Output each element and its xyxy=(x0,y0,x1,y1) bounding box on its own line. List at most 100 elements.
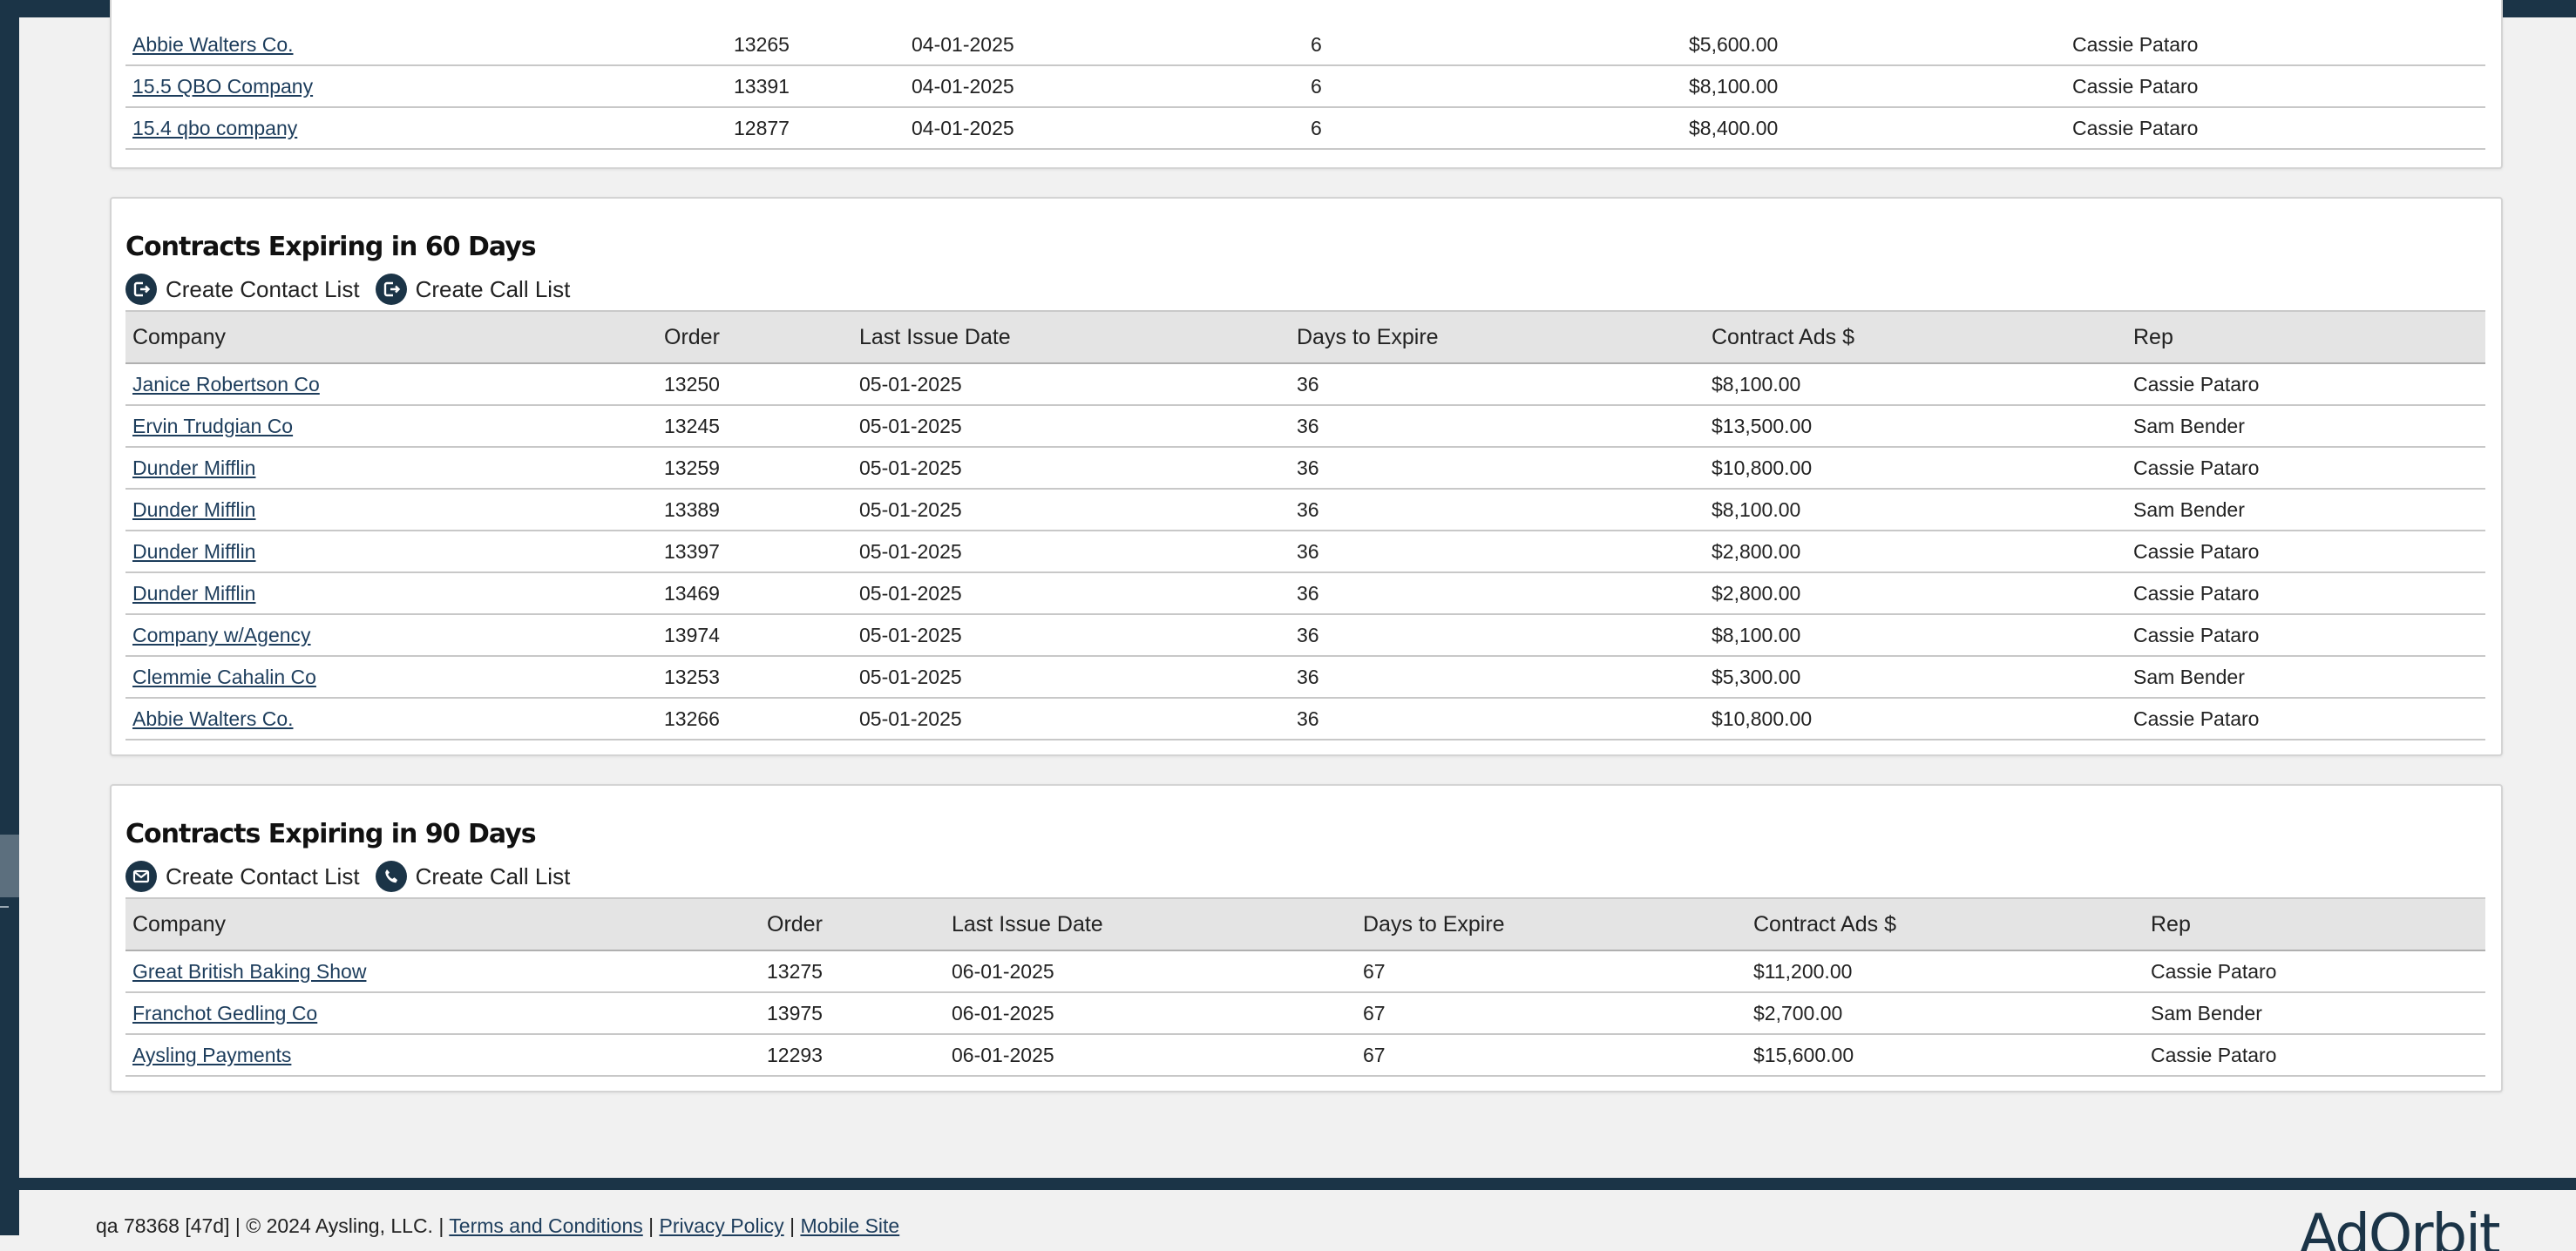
days-cell: 36 xyxy=(1290,656,1705,699)
table-row: Janice Robertson Co 13250 05-01-2025 36 … xyxy=(125,363,2485,406)
version-copyright: qa 78368 [47d] | © 2024 Aysling, LLC. | xyxy=(96,1214,444,1237)
company-link[interactable]: Clemmie Cahalin Co xyxy=(132,666,316,688)
create-contact-list-button[interactable]: Create Contact List xyxy=(125,861,360,892)
order-cell: 12877 xyxy=(727,107,905,150)
table-row: Dunder Mifflin 13389 05-01-2025 36 $8,10… xyxy=(125,489,2485,531)
column-header-company[interactable]: Company xyxy=(125,310,657,364)
column-header-ads[interactable]: Contract Ads $ xyxy=(1705,310,2126,364)
table-row: Dunder Mifflin 13259 05-01-2025 36 $10,8… xyxy=(125,447,2485,490)
page-footer: qa 78368 [47d] | © 2024 Aysling, LLC. | … xyxy=(19,1178,2576,1251)
days-cell: 6 xyxy=(1304,24,1682,66)
company-link[interactable]: Abbie Walters Co. xyxy=(132,707,294,730)
last-issue-cell: 05-01-2025 xyxy=(852,447,1290,490)
create-call-list-button[interactable]: Create Call List xyxy=(375,274,571,305)
order-cell: 13975 xyxy=(760,992,945,1035)
mobile-site-link[interactable]: Mobile Site xyxy=(800,1214,899,1237)
terms-link[interactable]: Terms and Conditions xyxy=(449,1214,642,1237)
rep-cell: Cassie Pataro xyxy=(2144,950,2485,993)
rep-cell: Cassie Pataro xyxy=(2065,24,2485,66)
create-call-list-button[interactable]: Create Call List xyxy=(375,861,570,892)
privacy-link[interactable]: Privacy Policy xyxy=(660,1214,784,1237)
column-header-rep[interactable]: Rep xyxy=(2126,310,2485,364)
column-header-order[interactable]: Order xyxy=(657,310,852,364)
company-cell[interactable]: Dunder Mifflin xyxy=(125,489,657,531)
company-cell[interactable]: 15.4 qbo company xyxy=(125,107,727,150)
phone-icon xyxy=(375,861,407,892)
column-header-order[interactable]: Order xyxy=(760,897,945,951)
company-link[interactable]: Abbie Walters Co. xyxy=(132,33,294,56)
ads-cell: $10,800.00 xyxy=(1705,698,2126,740)
company-cell[interactable]: Great British Baking Show xyxy=(125,950,760,993)
company-cell[interactable]: Abbie Walters Co. xyxy=(125,698,657,740)
last-issue-cell: 05-01-2025 xyxy=(852,656,1290,699)
contracts-60-table: Company Order Last Issue Date Days to Ex… xyxy=(125,310,2485,740)
column-header-company[interactable]: Company xyxy=(125,897,760,951)
column-header-rep[interactable]: Rep xyxy=(2144,897,2485,951)
company-link[interactable]: Janice Robertson Co xyxy=(132,373,320,396)
order-cell: 13266 xyxy=(657,698,852,740)
column-header-last-issue[interactable]: Last Issue Date xyxy=(852,310,1290,364)
order-cell: 13265 xyxy=(727,24,905,66)
table-row: Ervin Trudgian Co 13245 05-01-2025 36 $1… xyxy=(125,405,2485,448)
company-link[interactable]: Great British Baking Show xyxy=(132,960,366,983)
table-row: Abbie Walters Co. 13266 05-01-2025 36 $1… xyxy=(125,698,2485,740)
days-cell: 6 xyxy=(1304,107,1682,150)
rep-cell: Cassie Pataro xyxy=(2126,572,2485,615)
company-link[interactable]: Dunder Mifflin xyxy=(132,540,255,563)
company-cell[interactable]: Abbie Walters Co. xyxy=(125,24,727,66)
days-cell: 36 xyxy=(1290,405,1705,448)
company-link[interactable]: 15.5 QBO Company xyxy=(132,75,313,98)
company-cell[interactable]: Dunder Mifflin xyxy=(125,531,657,573)
company-cell[interactable]: Aysling Payments xyxy=(125,1034,760,1077)
company-cell[interactable]: Dunder Mifflin xyxy=(125,572,657,615)
order-cell: 13250 xyxy=(657,363,852,406)
left-nav-rail xyxy=(0,0,19,1235)
company-link[interactable]: Franchot Gedling Co xyxy=(132,1002,317,1024)
footer-separator: | xyxy=(790,1214,796,1237)
company-link[interactable]: Dunder Mifflin xyxy=(132,456,255,479)
collapse-handle[interactable] xyxy=(0,835,19,897)
order-cell: 13245 xyxy=(657,405,852,448)
company-link[interactable]: Dunder Mifflin xyxy=(132,498,255,521)
last-issue-cell: 05-01-2025 xyxy=(852,531,1290,573)
company-cell[interactable]: 15.5 QBO Company xyxy=(125,65,727,108)
create-call-list-label: Create Call List xyxy=(415,275,571,302)
days-cell: 6 xyxy=(1304,65,1682,108)
ads-cell: $8,100.00 xyxy=(1682,65,2065,108)
company-cell[interactable]: Ervin Trudgian Co xyxy=(125,405,657,448)
export-icon xyxy=(375,274,407,305)
create-contact-list-button[interactable]: Create Contact List xyxy=(125,274,360,305)
company-link[interactable]: Dunder Mifflin xyxy=(132,582,255,605)
table-header-row: Company Order Last Issue Date Days to Ex… xyxy=(125,310,2485,364)
ads-cell: $2,800.00 xyxy=(1705,572,2126,615)
company-link[interactable]: Ervin Trudgian Co xyxy=(132,415,293,437)
order-cell: 13253 xyxy=(657,656,852,699)
rep-cell: Cassie Pataro xyxy=(2065,65,2485,108)
rep-cell: Cassie Pataro xyxy=(2126,614,2485,657)
column-header-days[interactable]: Days to Expire xyxy=(1290,310,1705,364)
ads-cell: $8,400.00 xyxy=(1682,107,2065,150)
table-row: 15.5 QBO Company 13391 04-01-2025 6 $8,1… xyxy=(125,65,2485,108)
ads-cell: $15,600.00 xyxy=(1746,1034,2144,1077)
company-cell[interactable]: Dunder Mifflin xyxy=(125,447,657,490)
rep-cell: Cassie Pataro xyxy=(2126,447,2485,490)
company-cell[interactable]: Company w/Agency xyxy=(125,614,657,657)
column-header-days[interactable]: Days to Expire xyxy=(1356,897,1746,951)
rep-cell: Cassie Pataro xyxy=(2065,107,2485,150)
order-cell: 13469 xyxy=(657,572,852,615)
column-header-ads[interactable]: Contract Ads $ xyxy=(1746,897,2144,951)
order-cell: 13391 xyxy=(727,65,905,108)
company-link[interactable]: 15.4 qbo company xyxy=(132,117,297,139)
ads-cell: $8,100.00 xyxy=(1705,489,2126,531)
table-header-row: Company Order Last Issue Date Days to Ex… xyxy=(125,897,2485,951)
order-cell: 12293 xyxy=(760,1034,945,1077)
company-cell[interactable]: Clemmie Cahalin Co xyxy=(125,656,657,699)
company-cell[interactable]: Janice Robertson Co xyxy=(125,363,657,406)
company-cell[interactable]: Franchot Gedling Co xyxy=(125,992,760,1035)
table-row: Dunder Mifflin 13397 05-01-2025 36 $2,80… xyxy=(125,531,2485,573)
company-link[interactable]: Aysling Payments xyxy=(132,1044,291,1066)
last-issue-cell: 05-01-2025 xyxy=(852,572,1290,615)
company-link[interactable]: Company w/Agency xyxy=(132,624,311,646)
column-header-last-issue[interactable]: Last Issue Date xyxy=(945,897,1356,951)
rep-cell: Cassie Pataro xyxy=(2126,363,2485,406)
